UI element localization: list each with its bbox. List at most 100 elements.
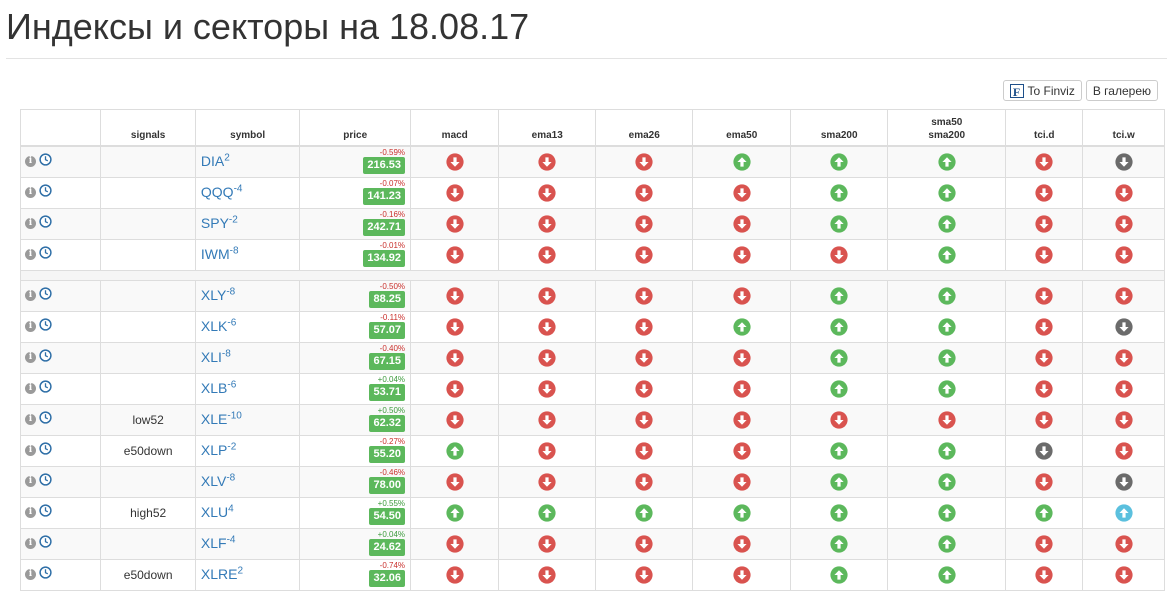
clock-icon[interactable] bbox=[39, 566, 52, 584]
arrow-up-icon bbox=[938, 287, 956, 305]
symbol-score: -8 bbox=[229, 245, 239, 257]
indicator-cell-ema13 bbox=[498, 373, 596, 405]
info-icon[interactable]: i bbox=[25, 414, 36, 426]
symbol-link[interactable]: XLK-6 bbox=[201, 318, 236, 335]
indicator-cell-tci-d bbox=[1005, 280, 1084, 312]
indicator-cell-ema26 bbox=[594, 280, 694, 312]
symbol-text: XLI bbox=[200, 349, 222, 366]
symbol-link[interactable]: DIA2 bbox=[201, 153, 230, 170]
price-cell: +0.50% 62.32 bbox=[299, 404, 412, 436]
indicator-cell-ema13 bbox=[498, 280, 596, 312]
clock-icon[interactable] bbox=[39, 153, 52, 171]
clock-icon[interactable] bbox=[39, 184, 52, 202]
info-icon[interactable]: i bbox=[25, 218, 36, 230]
symbol-link[interactable]: SPY-2 bbox=[201, 215, 238, 232]
info-icon[interactable]: i bbox=[25, 507, 36, 519]
info-icon[interactable]: i bbox=[25, 538, 36, 550]
symbol-link[interactable]: XLP-2 bbox=[201, 442, 236, 459]
clock-icon[interactable] bbox=[39, 318, 52, 336]
symbol-link[interactable]: XLE-10 bbox=[200, 411, 242, 428]
indicator-cell-ema26 bbox=[594, 208, 694, 240]
info-icon[interactable]: i bbox=[25, 383, 36, 395]
symbol-link[interactable]: XLB-6 bbox=[201, 379, 237, 397]
price-change: -0.74% bbox=[379, 561, 406, 570]
table-row: i XLI-8 -0.40% 67.15 bbox=[19, 342, 1165, 374]
arrow-down-icon bbox=[538, 411, 556, 429]
clock-icon[interactable] bbox=[39, 215, 52, 233]
price-badge: 67.15 bbox=[369, 353, 406, 370]
clock-icon[interactable] bbox=[39, 442, 52, 460]
arrow-down-icon bbox=[446, 153, 464, 171]
symbol-link[interactable]: QQQ-4 bbox=[201, 184, 243, 201]
price-change: +0.55% bbox=[377, 499, 406, 508]
indicator-cell-sma200 bbox=[789, 466, 889, 498]
indicator-cell-macd bbox=[410, 435, 500, 467]
info-icon[interactable]: i bbox=[25, 156, 36, 168]
clock-icon[interactable] bbox=[39, 411, 52, 429]
gallery-button[interactable]: В галерею bbox=[1085, 80, 1158, 101]
clock-icon[interactable] bbox=[39, 287, 52, 305]
symbol-link[interactable]: XLY-8 bbox=[200, 286, 236, 304]
info-icon[interactable]: i bbox=[25, 290, 36, 302]
symbol-link[interactable]: XLV-8 bbox=[201, 473, 235, 490]
info-icon[interactable]: i bbox=[25, 321, 36, 333]
arrow-up-icon bbox=[635, 504, 653, 522]
clock-icon[interactable] bbox=[39, 349, 52, 367]
indicator-cell-macd bbox=[410, 280, 500, 312]
indicator-cell-sma200 bbox=[789, 559, 889, 591]
arrow-down-icon bbox=[733, 215, 751, 233]
symbol-link[interactable]: XLRE2 bbox=[201, 566, 243, 583]
indicator-cell-sma200 bbox=[789, 208, 889, 240]
symbol-score: -8 bbox=[226, 286, 236, 298]
arrow-up-icon bbox=[830, 287, 848, 305]
indicator-cell-ema13 bbox=[498, 528, 596, 560]
clock-icon[interactable] bbox=[39, 246, 52, 264]
symbol-score: -6 bbox=[227, 379, 237, 391]
group-separator bbox=[20, 270, 1165, 281]
row-actions-cell: i bbox=[19, 342, 102, 374]
indicator-cell-ema50 bbox=[692, 528, 791, 560]
info-icon[interactable]: i bbox=[25, 569, 36, 581]
clock-icon[interactable] bbox=[39, 504, 52, 522]
info-icon[interactable]: i bbox=[25, 249, 36, 261]
price-badge: 88.25 bbox=[369, 291, 406, 308]
arrow-down-icon bbox=[635, 473, 653, 491]
symbol-text: XLY bbox=[200, 287, 227, 304]
price-cell: -0.27% 55.20 bbox=[299, 435, 412, 467]
arrow-down-icon bbox=[635, 153, 653, 171]
symbol-link[interactable]: XLU4 bbox=[201, 504, 234, 521]
row-actions-cell: i bbox=[19, 497, 102, 529]
indicator-cell-ema26 bbox=[594, 497, 694, 529]
indicator-cell-tci-d bbox=[1005, 145, 1084, 178]
info-icon[interactable]: i bbox=[25, 445, 36, 457]
clock-icon[interactable] bbox=[39, 535, 52, 553]
arrow-up-icon bbox=[938, 349, 956, 367]
info-icon[interactable]: i bbox=[25, 476, 36, 488]
indicator-cell-ema26 bbox=[594, 466, 694, 498]
clock-icon[interactable] bbox=[39, 473, 52, 491]
symbol-link[interactable]: XLI-8 bbox=[200, 348, 231, 366]
info-icon[interactable]: i bbox=[25, 187, 36, 199]
symbol-text: XLE bbox=[200, 411, 228, 428]
arrow-down-icon bbox=[635, 380, 653, 398]
indicator-cell-sma200 bbox=[789, 528, 889, 560]
arrow-up-icon bbox=[830, 318, 848, 336]
signal-cell: low52 bbox=[100, 404, 196, 436]
clock-icon[interactable] bbox=[39, 380, 52, 398]
arrow-down-icon bbox=[538, 473, 556, 491]
indicator-cell-tci-w bbox=[1082, 280, 1165, 312]
indicators-table: signals symbol price macd ema13 ema26 ema50 sma… bbox=[19, 109, 1165, 591]
symbol-link[interactable]: XLF-4 bbox=[201, 535, 236, 552]
price-cell: +0.04% 24.62 bbox=[299, 528, 412, 560]
arrow-down-icon bbox=[1115, 442, 1133, 460]
indicator-cell-sma50-sma200 bbox=[887, 208, 1007, 240]
arrow-down-icon bbox=[1115, 380, 1133, 398]
info-icon[interactable]: i bbox=[25, 352, 36, 364]
symbol-link[interactable]: IWM-8 bbox=[201, 245, 239, 263]
to-finviz-button[interactable]: F To Finviz bbox=[1002, 80, 1082, 101]
symbol-score: -8 bbox=[221, 348, 231, 360]
indicator-cell-ema13 bbox=[498, 311, 596, 343]
arrow-down-icon bbox=[635, 442, 653, 460]
arrow-up-icon bbox=[830, 442, 848, 460]
arrow-up-icon bbox=[938, 473, 956, 491]
